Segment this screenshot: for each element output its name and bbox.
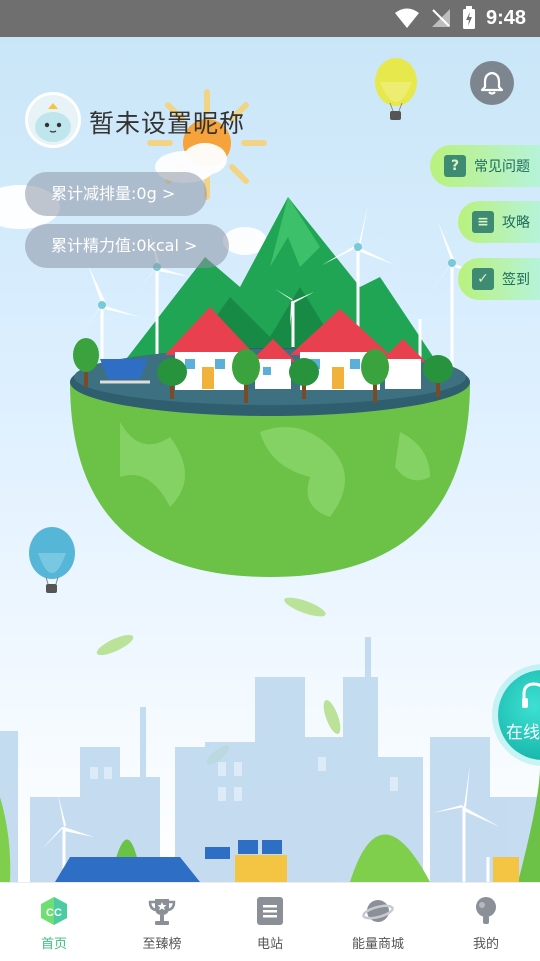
planet-icon: [362, 900, 394, 922]
emission-reduction-stat[interactable]: 累计减排量:0g >: [25, 172, 207, 216]
tab-energy-mall[interactable]: 能量商城: [324, 883, 432, 961]
home-cc-icon: CC: [41, 897, 67, 925]
no-signal-icon: [431, 9, 450, 27]
tab-label: 能量商城: [351, 937, 404, 952]
status-time: 9:48: [485, 6, 526, 29]
wifi-icon: [394, 8, 419, 28]
balloon-illustration: [375, 58, 417, 120]
document-list-icon: [257, 897, 283, 925]
guide-button[interactable]: ≡ 攻略: [458, 201, 540, 243]
question-icon: ?: [444, 155, 466, 177]
tab-power-station[interactable]: 电站: [216, 883, 324, 961]
trophy-icon: [148, 899, 176, 925]
tab-label: 首页: [40, 937, 67, 952]
home-scene: 暂未设置昵称 累计减排量:0g > 累计精力值:0kcal > ? 常见问题 ≡…: [0, 37, 540, 882]
svg-text:CC: CC: [46, 907, 62, 919]
faq-label: 常见问题: [474, 159, 530, 175]
checkin-label: 签到: [502, 272, 530, 288]
energy-value-stat[interactable]: 累计精力值:0kcal >: [25, 224, 229, 268]
tab-label: 至臻榜: [142, 937, 182, 952]
bell-icon: [480, 71, 504, 95]
bottom-tab-bar: CC 首页 至臻榜 电站 能量商城 我的: [0, 882, 540, 961]
online-service-label: 在线: [506, 723, 540, 743]
guide-label: 攻略: [502, 215, 530, 231]
headset-icon: [522, 682, 540, 708]
notification-button[interactable]: [470, 61, 514, 105]
battery-charging-icon: [462, 6, 475, 29]
checkin-button[interactable]: ✓ 签到: [458, 258, 540, 300]
tab-home[interactable]: CC 首页: [0, 883, 108, 961]
user-nickname[interactable]: 暂未设置昵称: [89, 104, 245, 140]
faq-button[interactable]: ? 常见问题: [430, 145, 540, 187]
status-bar: 9:48: [0, 0, 540, 37]
balloon-illustration: [29, 527, 75, 593]
tab-profile[interactable]: 我的: [432, 883, 540, 961]
avatar[interactable]: [25, 92, 81, 148]
calendar-check-icon: ✓: [472, 268, 494, 290]
profile-icon: [476, 897, 496, 924]
tab-ranking[interactable]: 至臻榜: [108, 883, 216, 961]
tab-label: 我的: [472, 937, 499, 952]
book-icon: ≡: [472, 211, 494, 233]
tab-label: 电站: [256, 937, 283, 952]
